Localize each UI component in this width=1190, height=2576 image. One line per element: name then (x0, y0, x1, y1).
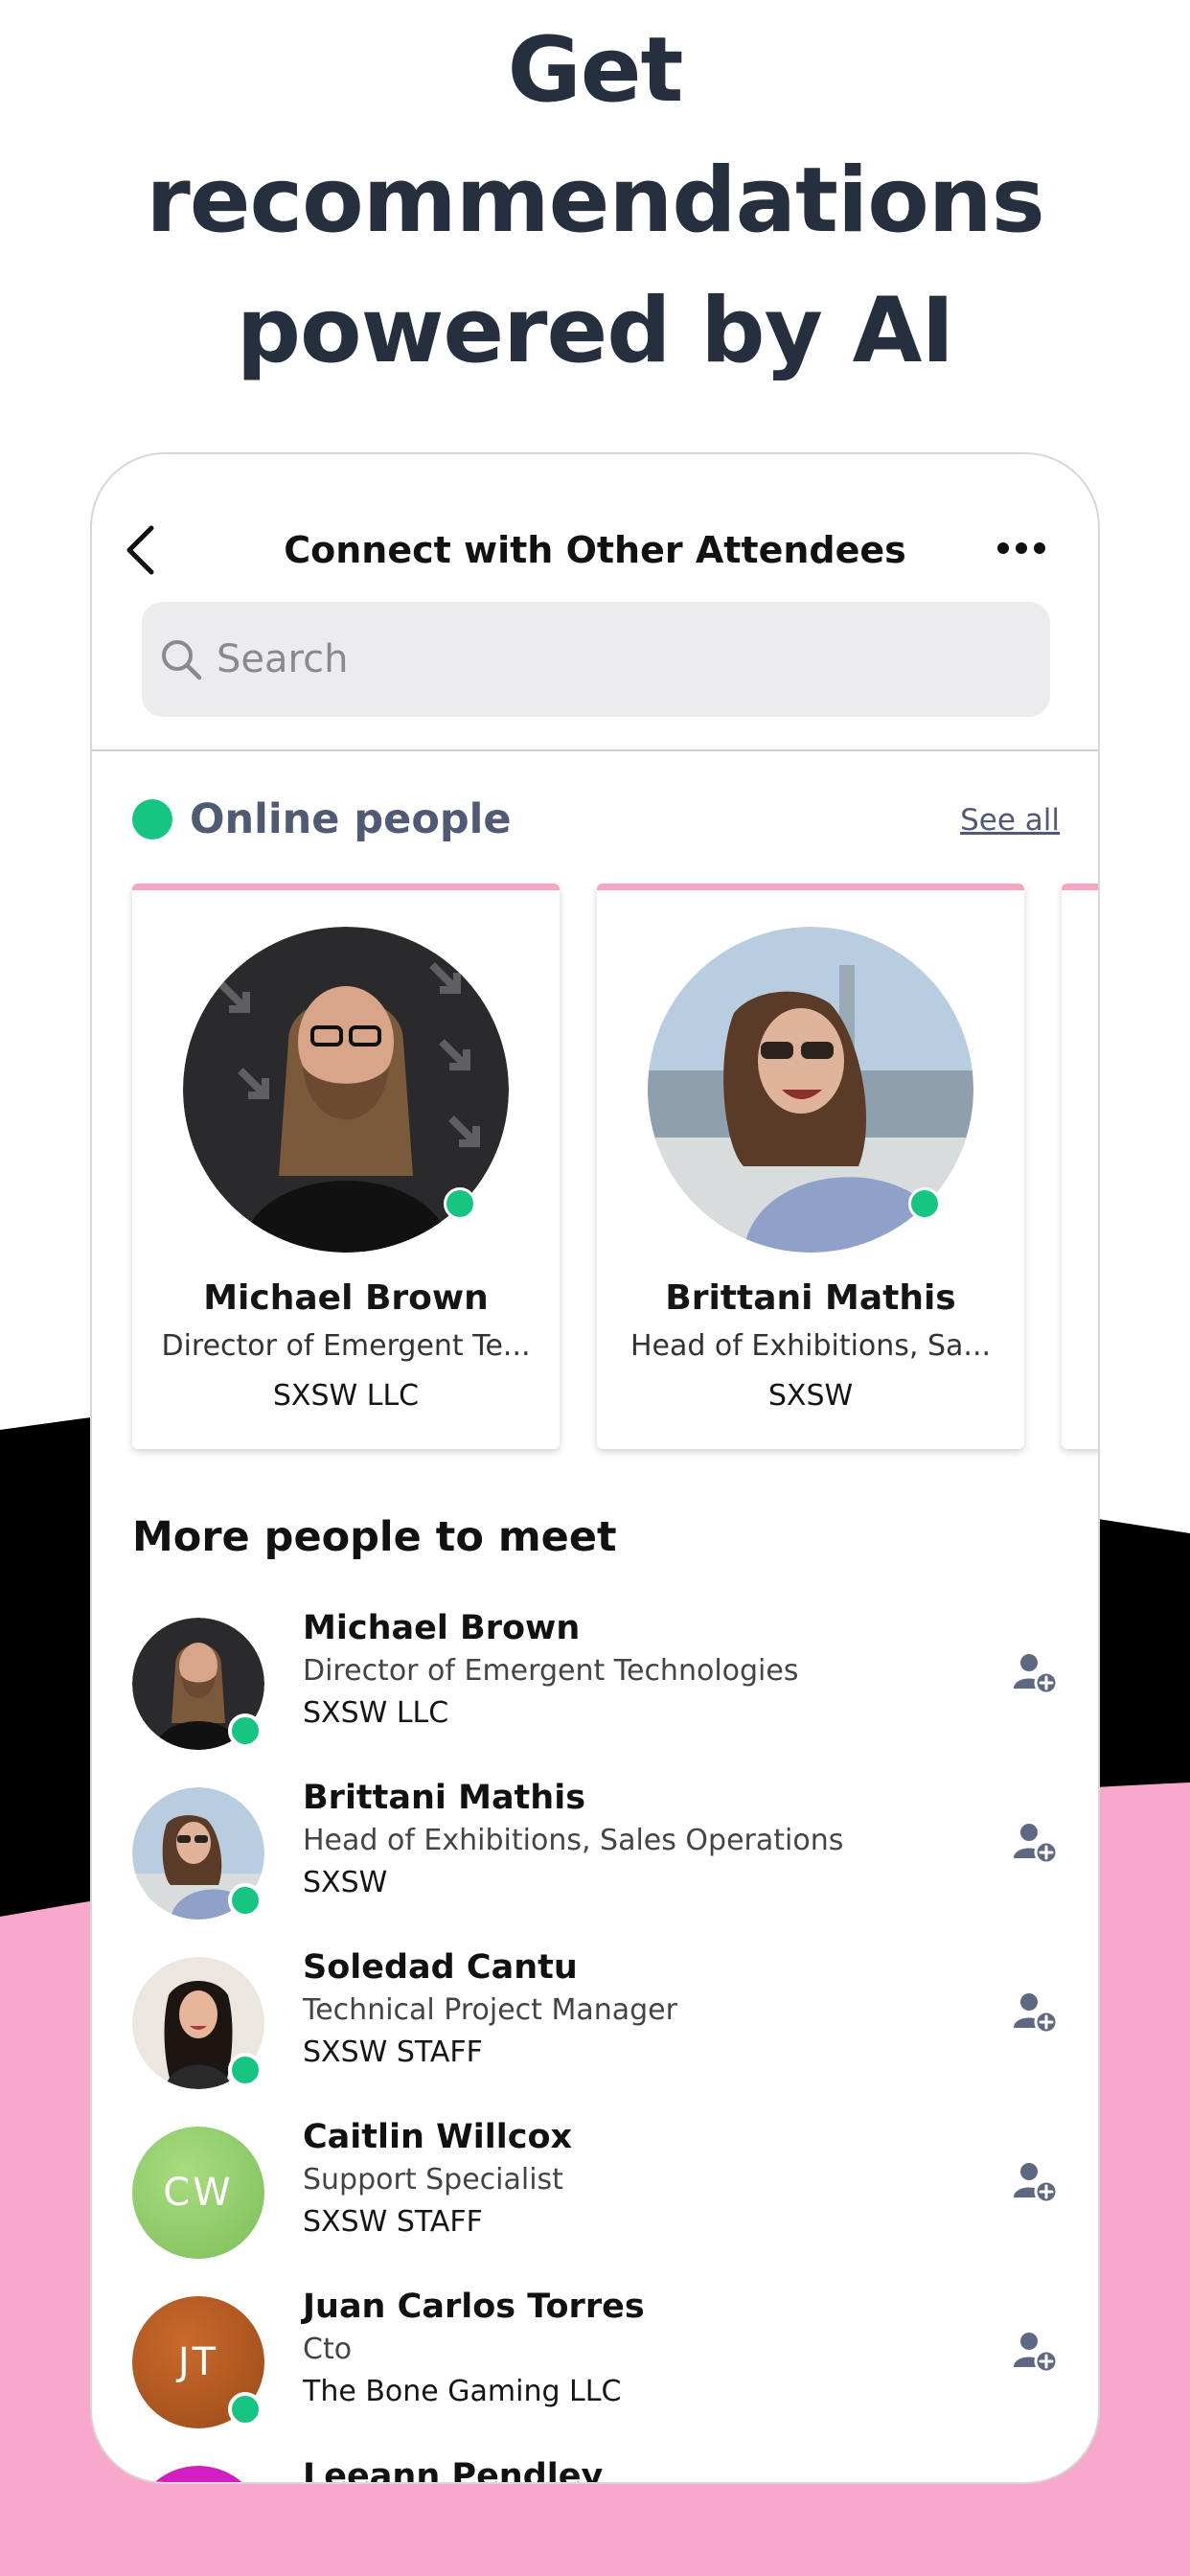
person-company: SXSW LLC (272, 1379, 420, 1413)
list-item[interactable]: Soledad Cantu Technical Project Manager … (92, 1940, 1098, 2093)
person-name: Michael Brown (303, 1609, 581, 1647)
online-person-card[interactable] (1062, 884, 1098, 1449)
person-company: SXSW (303, 1866, 388, 1899)
person-role: Director of Emergent Technologies (303, 1654, 799, 1688)
initials-avatar (132, 2466, 264, 2482)
search-input[interactable] (217, 637, 1050, 681)
person-role: Director of Emergent Te... (161, 1329, 531, 1363)
person-role: Cto (303, 2333, 353, 2366)
person-name: Brittani Mathis (303, 1779, 586, 1817)
online-indicator (228, 1883, 263, 1918)
person-company: SXSW STAFF (303, 2036, 483, 2069)
see-all-link[interactable]: See all (960, 799, 1060, 841)
search-icon (162, 640, 202, 680)
person-name: Juan Carlos Torres (303, 2288, 645, 2326)
search-bar[interactable] (142, 602, 1050, 717)
add-contact-icon[interactable] (1012, 1990, 1058, 2036)
avatar-initials: JT (177, 2340, 219, 2384)
list-item[interactable]: Brittani Mathis Head of Exhibitions, Sal… (92, 1770, 1098, 1923)
headline-line-1: Get (507, 18, 684, 123)
avatar (132, 1618, 264, 1750)
page-title: Connect with Other Attendees (284, 529, 906, 571)
person-role: Head of Exhibitions, Sales Operations (303, 1824, 844, 1857)
avatar: CW (132, 2127, 264, 2259)
list-item[interactable]: Leeann Pendley (92, 2449, 1098, 2484)
phone-screen: Connect with Other Attendees Online peop… (90, 452, 1100, 2484)
online-person-card[interactable]: Brittani Mathis Head of Exhibitions, Sa.… (597, 884, 1024, 1449)
avatar-initials: CW (163, 2171, 234, 2215)
person-name: Caitlin Willcox (303, 2118, 573, 2156)
online-person-card[interactable]: Michael Brown Director of Emergent Te...… (132, 884, 560, 1449)
back-button[interactable] (117, 521, 163, 579)
person-name: Soledad Cantu (303, 1948, 578, 1987)
person-role: Head of Exhibitions, Sa... (629, 1329, 992, 1363)
person-company: SXSW (767, 1379, 854, 1413)
add-contact-icon[interactable] (1012, 2159, 1058, 2205)
avatar (132, 2466, 264, 2482)
person-name: Brittani Mathis (665, 1278, 956, 1318)
add-contact-icon[interactable] (1012, 2329, 1058, 2375)
header-divider (92, 749, 1098, 751)
person-name: Michael Brown (203, 1278, 489, 1318)
headline-line-3: powered by AI (236, 279, 955, 383)
person-role: Technical Project Manager (303, 1993, 677, 2027)
chevron-left-icon (126, 525, 154, 575)
avatar (183, 927, 509, 1253)
online-indicator (908, 1187, 941, 1220)
avatar (132, 1957, 264, 2089)
person-company: The Bone Gaming LLC (303, 2375, 622, 2408)
online-people-heading: Online people (190, 795, 512, 843)
avatar (132, 1787, 264, 1920)
person-role: Support Specialist (303, 2163, 563, 2196)
add-contact-icon[interactable] (1012, 1820, 1058, 1866)
person-name: Leeann Pendley (303, 2457, 604, 2484)
avatar: JT (132, 2296, 264, 2428)
initials-avatar: CW (132, 2127, 264, 2259)
online-indicator (228, 2392, 263, 2426)
person-company: SXSW STAFF (303, 2205, 483, 2239)
online-status-dot (132, 799, 172, 840)
list-item[interactable]: JT Juan Carlos Torres Cto The Bone Gamin… (92, 2279, 1098, 2432)
headline-line-2: recommendations (146, 149, 1044, 253)
online-indicator (228, 2053, 263, 2087)
list-item[interactable]: Michael Brown Director of Emergent Techn… (92, 1600, 1098, 1754)
more-people-heading: More people to meet (132, 1513, 617, 1561)
online-indicator (228, 1714, 263, 1748)
more-options-button[interactable] (993, 529, 1050, 567)
marketing-headline: Get recommendations powered by AI (0, 0, 1190, 402)
avatar (648, 927, 973, 1253)
online-indicator (444, 1187, 476, 1220)
list-item[interactable]: CW Caitlin Willcox Support Specialist SX… (92, 2109, 1098, 2263)
more-horizontal-icon (997, 542, 1045, 554)
add-contact-icon[interactable] (1012, 1650, 1058, 1696)
person-company: SXSW LLC (303, 1696, 449, 1730)
